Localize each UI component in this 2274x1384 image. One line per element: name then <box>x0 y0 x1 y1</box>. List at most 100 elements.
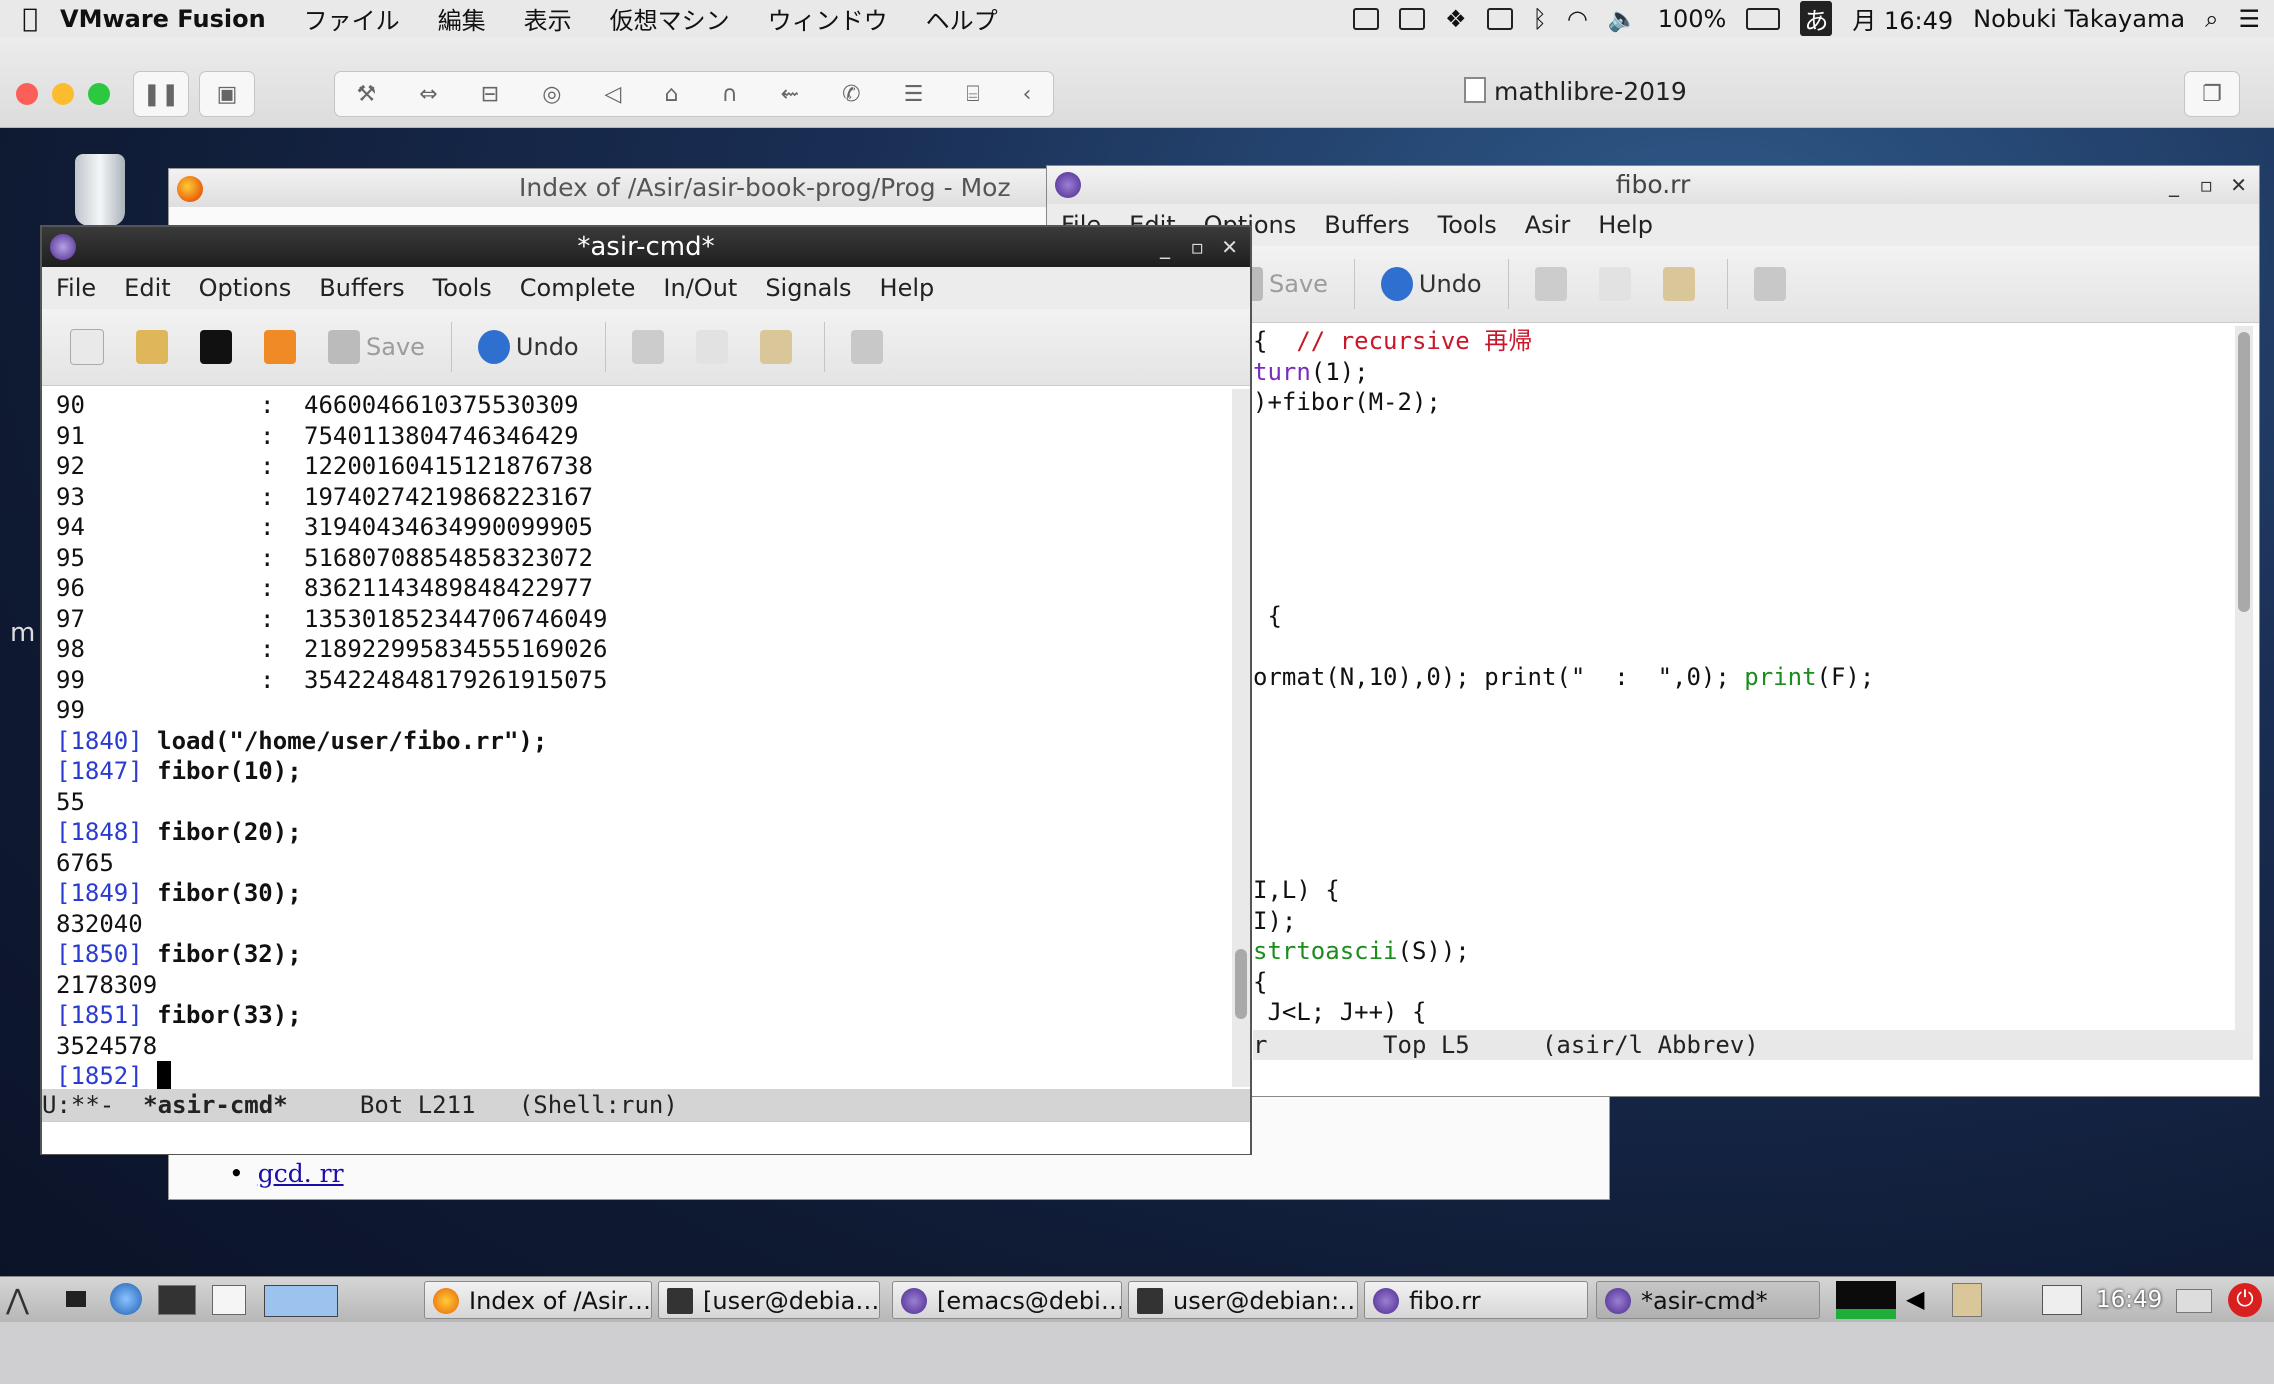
search-button[interactable] <box>850 330 889 364</box>
user-name[interactable]: Nobuki Takayama <box>1973 5 2185 33</box>
fibo-scrollbar[interactable] <box>2235 326 2253 1030</box>
fibo-menu-buffers[interactable]: Buffers <box>1324 211 1409 239</box>
copy-button[interactable] <box>695 330 734 364</box>
task-terminal-1[interactable]: [user@debia… <box>658 1281 880 1319</box>
close-window-button[interactable] <box>16 83 38 105</box>
task-fibo-rr[interactable]: fibo.rr <box>1364 1281 1588 1319</box>
minimize-icon[interactable]: _ <box>2169 166 2179 204</box>
show-desktop-icon[interactable] <box>66 1291 86 1307</box>
chevron-left-icon[interactable]: ‹ <box>1023 82 1032 107</box>
discard-button[interactable] <box>264 330 302 364</box>
suspend-button[interactable]: ❚❚ <box>133 71 189 117</box>
asir-menu-signals[interactable]: Signals <box>765 274 851 302</box>
asir-menu-complete[interactable]: Complete <box>520 274 636 302</box>
menubar-clock[interactable]: 月 16:49 <box>1852 1 1953 36</box>
usb-icon[interactable]: ⇜ <box>781 82 799 107</box>
fibo-paste-button[interactable] <box>1662 267 1701 301</box>
asir-titlebar[interactable]: *asir-cmd* _ ▫ ✕ <box>42 227 1250 267</box>
battery-percent[interactable]: 100% <box>1658 5 1727 33</box>
asir-menu-tools[interactable]: Tools <box>433 274 492 302</box>
file-link-gcd[interactable]: gcd. rr <box>229 1159 344 1188</box>
maximize-icon[interactable]: ▫ <box>2199 166 2213 204</box>
fibo-copy-button[interactable] <box>1598 267 1637 301</box>
cut-button[interactable] <box>631 330 670 364</box>
headset-icon[interactable]: ∩ <box>722 82 738 107</box>
asir-menu-help[interactable]: Help <box>880 274 935 302</box>
minibuffer[interactable] <box>42 1121 1250 1154</box>
fibo-cut-button[interactable] <box>1534 267 1573 301</box>
shared-folder-icon[interactable]: ⌸ <box>966 82 979 107</box>
kill-buffer-button[interactable] <box>200 330 238 364</box>
asir-scrollbar[interactable] <box>1232 389 1250 1087</box>
open-directory-button[interactable] <box>136 330 174 364</box>
clipboard-tray-icon[interactable] <box>1952 1283 1982 1317</box>
fibo-menu-help[interactable]: Help <box>1598 211 1653 239</box>
volume-tray-icon[interactable]: ◀ <box>1906 1285 1924 1313</box>
dropbox-icon[interactable]: ❖ <box>1445 5 1467 33</box>
printer-icon[interactable]: ☰ <box>904 82 924 107</box>
menu-help[interactable]: ヘルプ <box>926 1 998 36</box>
menu-view[interactable]: 表示 <box>524 1 572 36</box>
cd-dvd-icon[interactable]: ◎ <box>542 82 561 107</box>
asir-undo-button[interactable]: Undo <box>477 330 579 364</box>
volume-icon[interactable]: 🔈 <box>1608 5 1638 33</box>
close-icon[interactable]: ✕ <box>2230 166 2247 204</box>
task-terminal-2[interactable]: user@debian:… <box>1128 1281 1358 1319</box>
asir-menu-file[interactable]: File <box>56 274 96 302</box>
task-emacs[interactable]: [emacs@debi… <box>892 1281 1122 1319</box>
workspace-switcher[interactable] <box>264 1285 338 1317</box>
fibo-menu-tools[interactable]: Tools <box>1438 211 1497 239</box>
fibo-code-buffer[interactable]: { // recursive 再帰 turn(1); )+fibor(M-2);… <box>1253 326 2273 1028</box>
display-icon[interactable] <box>1486 7 1513 30</box>
asir-menu-buffers[interactable]: Buffers <box>319 274 404 302</box>
menu-edit[interactable]: 編集 <box>438 1 486 36</box>
lock-screen-icon[interactable] <box>2176 1289 2212 1313</box>
fibo-undo-button[interactable]: Undo <box>1380 267 1482 301</box>
network-icon[interactable]: ⇔ <box>419 82 437 107</box>
app-menu[interactable]: VMware Fusion <box>60 5 266 33</box>
asir-menu-edit[interactable]: Edit <box>124 274 170 302</box>
taskbar-clock[interactable]: 16:49 <box>2096 1277 2162 1323</box>
emacs-asir-cmd-window[interactable]: *asir-cmd* _ ▫ ✕ File Edit Options Buffe… <box>40 225 1252 1155</box>
hard-disk-icon[interactable]: ⊟ <box>481 82 499 107</box>
notification-center-icon[interactable]: ☰ <box>2238 5 2260 33</box>
screen-capture-icon[interactable] <box>1398 7 1425 30</box>
menu-window[interactable]: ウィンドウ <box>768 1 888 36</box>
sound-card-icon[interactable]: ◁ <box>605 82 622 107</box>
snapshot-button[interactable]: ▣ <box>199 71 255 117</box>
terminal-launcher-icon[interactable] <box>158 1285 196 1315</box>
input-method-icon[interactable]: あ <box>1800 1 1833 36</box>
cpu-monitor[interactable] <box>1836 1281 1896 1319</box>
trash-icon[interactable] <box>75 154 125 226</box>
menu-file[interactable]: ファイル <box>304 1 400 36</box>
minimize-window-button[interactable] <box>52 83 74 105</box>
fibo-titlebar[interactable]: fibo.rr _ ▫ ✕ <box>1047 166 2259 204</box>
task-asir-cmd[interactable]: *asir-cmd* <box>1596 1281 1820 1319</box>
asir-menu-inout[interactable]: In/Out <box>663 274 737 302</box>
mouse-icon[interactable]: ⌂ <box>664 82 678 107</box>
asir-save-button[interactable]: Save <box>328 330 425 364</box>
fibo-scroll-thumb[interactable] <box>2238 332 2250 612</box>
bluetooth-icon[interactable]: ᛒ <box>1533 5 1547 33</box>
spotlight-search-icon[interactable]: ⌕ <box>2205 5 2218 33</box>
battery-icon[interactable] <box>1746 7 1781 30</box>
power-icon[interactable]: ⏻ <box>2228 1283 2262 1317</box>
close-icon[interactable]: ✕ <box>1221 227 1238 267</box>
maximize-icon[interactable]: ▫ <box>1190 227 1204 267</box>
task-firefox[interactable]: Index of /Asir… <box>424 1281 652 1319</box>
asir-scroll-thumb[interactable] <box>1235 949 1247 1019</box>
network-tray-icon[interactable] <box>2042 1285 2082 1315</box>
minimize-icon[interactable]: _ <box>1160 227 1170 267</box>
asir-menu-options[interactable]: Options <box>199 274 292 302</box>
settings-wrench-icon[interactable]: ⚒ <box>357 82 377 107</box>
file-manager-launcher-icon[interactable] <box>212 1285 246 1315</box>
camera-icon[interactable]: ✆ <box>842 82 860 107</box>
apple-menu-icon[interactable]:  <box>0 4 60 34</box>
wifi-icon[interactable]: ◠ <box>1567 5 1588 33</box>
unity-view-button[interactable]: ❐ <box>2184 71 2240 117</box>
shell-output[interactable]: 90:4660046610375530309 91:75401138047463… <box>56 390 607 1092</box>
new-file-button[interactable] <box>70 329 110 365</box>
browser-launcher-icon[interactable] <box>110 1283 142 1315</box>
start-menu-icon[interactable]: ⋀ <box>6 1283 29 1316</box>
menu-vm[interactable]: 仮想マシン <box>610 1 730 36</box>
